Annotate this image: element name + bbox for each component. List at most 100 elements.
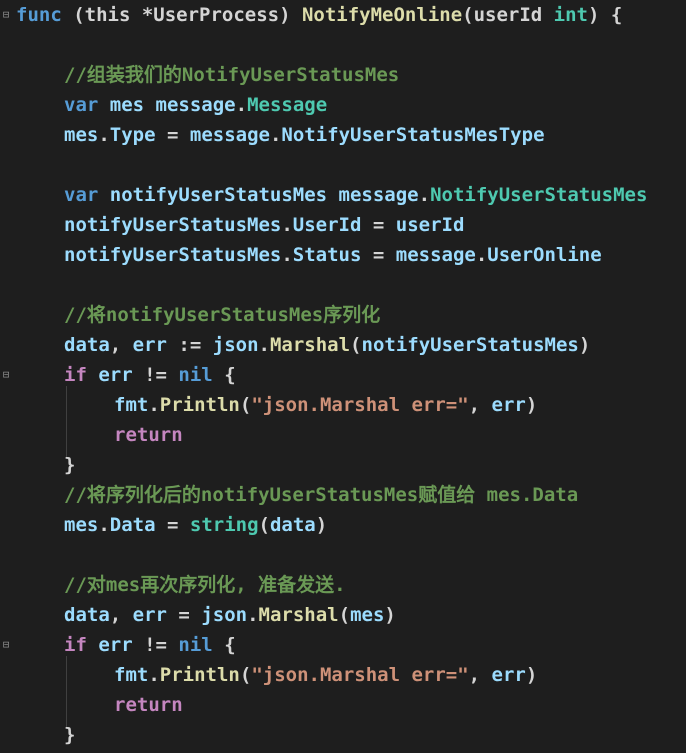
code-text: data, err := json.Marshal(notifyUserStat… [64,330,590,360]
code-token: . [269,124,282,146]
code-line[interactable]: notifyUserStatusMes.Status = message.Use… [0,240,686,270]
code-token: err [491,664,526,686]
code-token: { [212,634,236,656]
code-token: "json.Marshal err=" [251,664,469,686]
code-token: err [132,334,167,356]
code-line[interactable]: //将notifyUserStatusMes序列化 [0,300,686,330]
code-token: err [86,364,145,386]
code-token: err [491,394,526,416]
code-text: } [64,450,75,480]
code-token: err [86,634,145,656]
code-token: mes [350,604,385,626]
code-line[interactable] [0,270,686,300]
code-line[interactable]: ⊟ func (this *UserProcess) NotifyMeOnline… [0,0,686,30]
code-line[interactable]: ⊟ if err != nil { [0,360,686,390]
code-line[interactable] [0,150,686,180]
code-token: = [361,244,396,266]
code-token: (this *UserProcess) [61,4,302,26]
code-line[interactable]: fmt.Println("json.Marshal err=", err) [0,660,686,690]
code-text: func (this *UserProcess) NotifyMeOnline(… [16,0,622,30]
code-line[interactable]: return [0,420,686,450]
code-token: Marshal [258,604,339,626]
code-token: = [166,604,202,626]
code-line[interactable]: return [0,690,686,720]
code-text: fmt.Println("json.Marshal err=", err) [114,390,537,420]
code-line[interactable]: fmt.Println("json.Marshal err=", err) [0,390,686,420]
code-token: return [114,424,183,446]
code-line[interactable]: } [0,720,686,750]
code-token: fmt [114,664,149,686]
code-token: ( [239,664,252,686]
code-token: func [16,4,62,26]
code-token: UserOnline [487,244,602,266]
code-token: Marshal [269,334,351,356]
code-token: nil [178,634,213,656]
code-line[interactable]: //对mes再次序列化, 准备发送. [0,570,686,600]
code-token: , [468,394,492,416]
code-token: notifyUserStatusMes [361,334,579,356]
code-token: . [235,94,248,116]
code-text: return [114,420,183,450]
code-line[interactable] [0,540,686,570]
fold-toggle-icon[interactable]: ⊟ [0,360,12,390]
code-token: //对mes再次序列化, 准备发送. [64,574,346,596]
code-text: mes.Data = string(data) [64,510,327,540]
code-text: var notifyUserStatusMes message.NotifyUs… [64,180,647,210]
code-token: notifyUserStatusMes [64,244,282,266]
code-token: (userId [462,4,554,26]
code-token: . [98,514,110,536]
code-token: "json.Marshal err=" [251,394,469,416]
code-line[interactable]: mes.Data = string(data) [0,510,686,540]
code-token: ) [315,514,328,536]
fold-toggle-icon[interactable]: ⊟ [0,0,12,30]
code-editor[interactable]: ⊟ func (this *UserProcess) NotifyMeOnline… [0,0,686,753]
code-line[interactable]: notifyUserStatusMes.UserId = userId [0,210,686,240]
code-token: return [114,694,183,716]
code-line[interactable]: data, err := json.Marshal(notifyUserStat… [0,330,686,360]
code-text: } [64,720,75,750]
code-token: ( [350,334,362,356]
code-token: err [132,604,167,626]
code-line[interactable]: ⊟ if err != nil { [0,630,686,660]
code-token: NotifyMeOnline [301,4,463,26]
code-token: //将序列化后的notifyUserStatusMes赋值给 mes.Data [64,484,579,506]
code-token: , [468,664,492,686]
code-text: notifyUserStatusMes.UserId = userId [64,210,464,240]
code-token: mes [98,94,156,116]
code-text: //对mes再次序列化, 准备发送. [64,570,346,600]
code-token: notifyUserStatusMes [64,214,282,236]
code-token: . [418,184,431,206]
code-token: . [281,244,293,266]
code-token: userId [395,214,465,236]
fold-toggle-icon[interactable]: ⊟ [0,630,12,660]
code-token: . [258,334,270,356]
code-token: UserId [292,214,362,236]
code-token: Status [292,244,362,266]
code-line[interactable]: //将序列化后的notifyUserStatusMes赋值给 mes.Data [0,480,686,510]
code-line[interactable]: data, err = json.Marshal(mes) [0,600,686,630]
code-text: fmt.Println("json.Marshal err=", err) [114,660,537,690]
code-line[interactable]: var notifyUserStatusMes message.NotifyUs… [0,180,686,210]
code-line[interactable]: var mes message.Message [0,90,686,120]
code-line[interactable]: //组装我们的NotifyUserStatusMes [0,60,686,90]
code-token: { [212,364,236,386]
code-line[interactable]: mes.Type = message.NotifyUserStatusMesTy… [0,120,686,150]
code-line[interactable] [0,30,686,60]
code-token: message [395,244,476,266]
code-text: //将序列化后的notifyUserStatusMes赋值给 mes.Data [64,480,578,510]
code-token: ) [525,664,538,686]
code-token: //组装我们的NotifyUserStatusMes [64,64,400,86]
code-token: data [64,604,110,626]
code-token: if [64,364,87,386]
code-token: . [247,604,259,626]
code-token: . [148,394,160,416]
code-token: string [189,514,259,536]
code-token: = [155,124,190,146]
code-token: message [338,184,419,206]
code-text: var mes message.Message [64,90,327,120]
code-token: != [144,634,179,656]
code-token: } [64,724,76,746]
code-token: , [109,334,133,356]
code-line[interactable]: } [0,450,686,480]
code-token: if [64,634,87,656]
